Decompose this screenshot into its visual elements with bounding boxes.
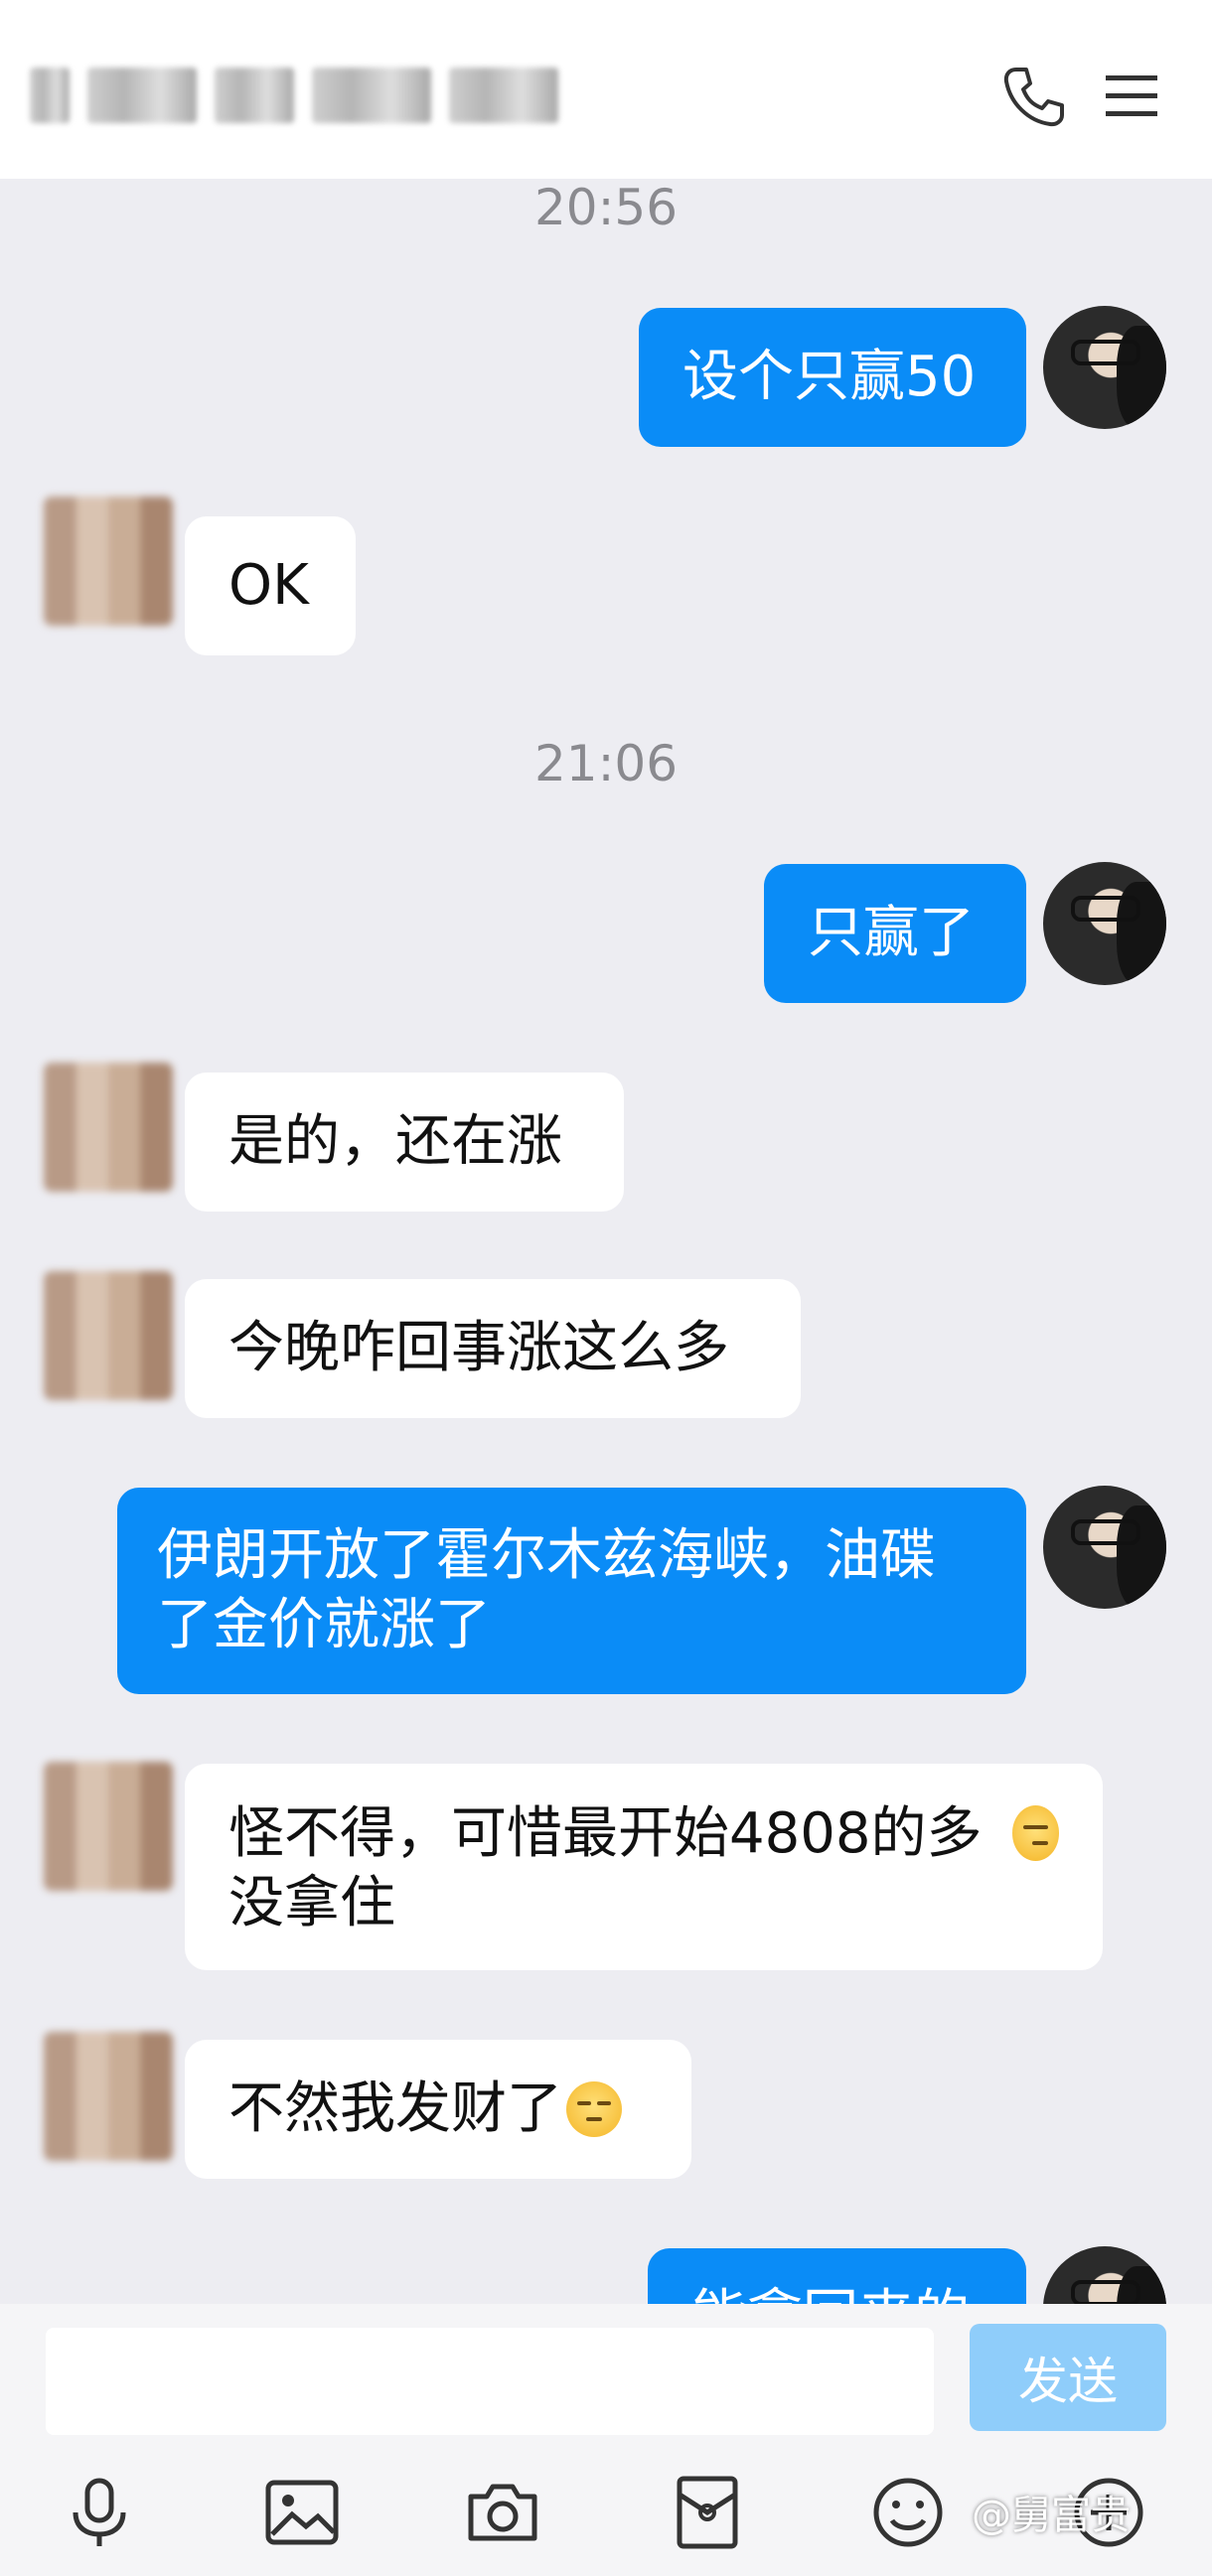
sent-message[interactable]: 伊朗开放了霍尔木兹海峡，油碟了金价就涨了 (117, 1488, 1026, 1694)
message-text: 不然我发财了 (228, 2076, 562, 2141)
mic-icon[interactable] (60, 2473, 139, 2552)
menu-icon[interactable] (1098, 62, 1167, 131)
received-message[interactable]: OK (185, 516, 356, 655)
my-avatar[interactable] (1043, 862, 1166, 985)
unamused-emoji-icon (1011, 1805, 1059, 1861)
message-text: 怪不得，可惜最开始4808的多没拿住 (228, 1801, 983, 1935)
contact-name-blurred (30, 56, 586, 135)
received-message[interactable]: 是的，还在涨 (185, 1073, 624, 1212)
watermark: @舅富贵 (972, 2493, 1131, 2538)
my-avatar[interactable] (1043, 306, 1166, 429)
sent-message[interactable]: 只赢了 (764, 864, 1026, 1003)
chat-header (0, 0, 1212, 179)
send-button[interactable]: 发送 (970, 2324, 1166, 2431)
camera-icon[interactable] (463, 2473, 542, 2552)
contact-avatar[interactable] (44, 1063, 173, 1192)
my-avatar[interactable] (1043, 2246, 1166, 2304)
contact-avatar[interactable] (44, 1762, 173, 1891)
message-list[interactable]: 20:56 设个只赢50 OK 21:06 只赢了 是的，还在涨 今晚咋回事涨这… (0, 179, 1212, 2304)
contact-avatar[interactable] (44, 497, 173, 626)
sent-message[interactable]: 能拿回来的 (648, 2248, 1026, 2304)
phone-icon[interactable] (998, 62, 1068, 131)
contact-avatar[interactable] (44, 1271, 173, 1400)
chat-screen: 20:56 设个只赢50 OK 21:06 只赢了 是的，还在涨 今晚咋回事涨这… (0, 0, 1212, 2576)
contact-avatar[interactable] (44, 2032, 173, 2161)
message-input[interactable] (46, 2328, 934, 2435)
red-packet-icon[interactable] (668, 2473, 747, 2552)
timestamp: 21:06 (533, 735, 679, 792)
emoji-icon[interactable] (868, 2473, 948, 2552)
image-icon[interactable] (262, 2473, 342, 2552)
my-avatar[interactable] (1043, 1486, 1166, 1609)
timestamp: 20:56 (533, 179, 679, 236)
sent-message[interactable]: 设个只赢50 (639, 308, 1026, 447)
received-message[interactable]: 怪不得，可惜最开始4808的多没拿住 (185, 1764, 1103, 1970)
unamused-emoji-icon (566, 2081, 622, 2137)
received-message[interactable]: 今晚咋回事涨这么多 (185, 1279, 801, 1418)
received-message[interactable]: 不然我发财了 (185, 2040, 691, 2179)
